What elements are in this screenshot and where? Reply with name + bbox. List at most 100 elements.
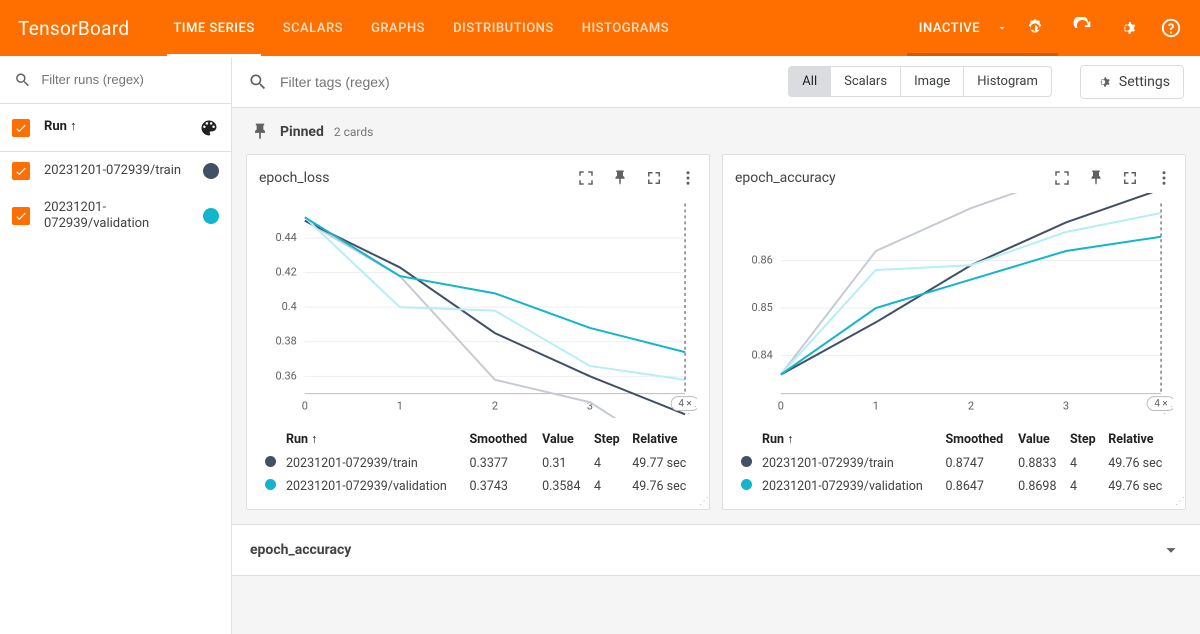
sidebar: Run ↑ 20231201-072939/train 20231201-072… xyxy=(0,56,232,634)
svg-text:0.36: 0.36 xyxy=(275,369,296,382)
cell-value: 0.3584 xyxy=(538,476,588,497)
pin-icon xyxy=(250,122,270,142)
gear-icon[interactable] xyxy=(1116,17,1138,39)
more-icon[interactable] xyxy=(1155,169,1173,187)
app-header: TensorBoard TIME SERIES SCALARS GRAPHS DIST… xyxy=(0,0,1200,56)
table-row[interactable]: 20231201-072939/validation 0.3743 0.3584… xyxy=(261,476,695,497)
cell-value: 0.8698 xyxy=(1014,476,1064,497)
run-item[interactable]: 20231201-072939/train xyxy=(0,152,231,190)
col-header[interactable]: Step xyxy=(1066,428,1102,451)
section-label: epoch_accuracy xyxy=(250,542,351,558)
status-label: INACTIVE xyxy=(919,21,980,36)
table-row[interactable]: 20231201-072939/validation 0.8647 0.8698… xyxy=(737,476,1171,497)
cell-relative: 49.76 sec xyxy=(1104,453,1171,474)
col-header[interactable]: Smoothed xyxy=(465,428,536,451)
col-header[interactable]: Smoothed xyxy=(941,428,1012,451)
col-header[interactable]: Run ↑ xyxy=(282,428,463,451)
card-epoch-accuracy: epoch_accuracy 0.840.850.86012344 ×⋰Run … xyxy=(722,154,1186,510)
segment-image[interactable]: Image xyxy=(900,66,964,97)
col-header[interactable]: Value xyxy=(1014,428,1064,451)
cell-run: 20231201-072939/train xyxy=(758,453,939,474)
filter-runs-input[interactable] xyxy=(41,72,217,87)
segment-histogram[interactable]: Histogram xyxy=(963,66,1052,97)
cell-smoothed: 0.3743 xyxy=(465,476,536,497)
pin-icon[interactable] xyxy=(611,169,629,187)
fullscreen-icon[interactable] xyxy=(645,169,663,187)
resize-handle[interactable]: ⋰ xyxy=(699,496,707,507)
chart[interactable]: 0.840.850.86012344 ×⋰ xyxy=(735,193,1173,418)
palette-icon[interactable] xyxy=(199,118,219,138)
cards-row: epoch_loss 0.360.380.40.420.44012344 ×⋰R… xyxy=(232,154,1200,524)
row-swatch xyxy=(741,456,752,467)
tab-histograms[interactable]: HISTOGRAMS xyxy=(582,0,669,56)
help-icon[interactable] xyxy=(1160,17,1182,39)
brightness-icon[interactable] xyxy=(1024,17,1046,39)
sidebar-search[interactable] xyxy=(0,56,231,104)
resize-handle[interactable]: ⋰ xyxy=(687,405,695,416)
resize-handle[interactable]: ⋰ xyxy=(1163,405,1171,416)
pin-icon[interactable] xyxy=(1087,169,1105,187)
svg-text:0.38: 0.38 xyxy=(275,335,296,348)
cell-value: 0.8833 xyxy=(1014,453,1064,474)
resize-handle[interactable]: ⋰ xyxy=(1175,496,1183,507)
pinned-label: Pinned xyxy=(280,124,324,140)
svg-text:0.4: 0.4 xyxy=(282,300,297,313)
col-header[interactable]: Relative xyxy=(1104,428,1171,451)
section-epoch-accuracy[interactable]: epoch_accuracy xyxy=(232,524,1200,576)
run-checkbox[interactable] xyxy=(12,162,30,180)
svg-text:0.44: 0.44 xyxy=(275,231,296,244)
runs-header[interactable]: Run ↑ xyxy=(0,104,231,152)
svg-text:0.85: 0.85 xyxy=(751,301,772,314)
run-color-swatch xyxy=(203,163,219,179)
cell-relative: 49.76 sec xyxy=(1104,476,1171,497)
svg-text:2: 2 xyxy=(968,400,974,413)
select-all-checkbox[interactable] xyxy=(12,119,30,137)
search-icon xyxy=(14,70,31,90)
col-header[interactable]: Run ↑ xyxy=(758,428,939,451)
header-tools: INACTIVE xyxy=(915,0,1182,56)
segment-scalars[interactable]: Scalars xyxy=(830,66,901,97)
tab-graphs[interactable]: GRAPHS xyxy=(371,0,425,56)
cell-run: 20231201-072939/train xyxy=(282,453,463,474)
refresh-icon[interactable] xyxy=(1072,17,1094,39)
col-header[interactable]: Relative xyxy=(628,428,695,451)
run-item[interactable]: 20231201-072939/validation xyxy=(0,190,231,243)
run-label: 20231201-072939/validation xyxy=(44,200,203,233)
cell-run: 20231201-072939/validation xyxy=(282,476,463,497)
filter-tags-input[interactable] xyxy=(280,74,777,90)
col-header[interactable]: Step xyxy=(590,428,626,451)
table-row[interactable]: 20231201-072939/train 0.3377 0.31 4 49.7… xyxy=(261,453,695,474)
fit-icon[interactable] xyxy=(577,169,595,187)
brand: TensorBoard xyxy=(18,17,129,40)
svg-text:1: 1 xyxy=(397,400,403,413)
tab-time-series[interactable]: TIME SERIES xyxy=(173,0,254,56)
more-icon[interactable] xyxy=(679,169,697,187)
col-header[interactable]: Value xyxy=(538,428,588,451)
cell-step: 4 xyxy=(590,476,626,497)
cell-relative: 49.77 sec xyxy=(628,453,695,474)
cell-step: 4 xyxy=(1066,453,1102,474)
segment-all[interactable]: All xyxy=(788,66,831,97)
search-icon xyxy=(248,72,268,92)
row-swatch xyxy=(265,479,276,490)
cell-run: 20231201-072939/validation xyxy=(758,476,939,497)
run-color-swatch xyxy=(203,208,219,224)
table-row[interactable]: 20231201-072939/train 0.8747 0.8833 4 49… xyxy=(737,453,1171,474)
dropdown-icon xyxy=(996,22,1008,34)
pinned-header[interactable]: Pinned 2 cards xyxy=(232,108,1200,154)
fullscreen-icon[interactable] xyxy=(1121,169,1139,187)
main-area: AllScalarsImageHistogram Settings Pinned… xyxy=(232,56,1200,634)
gear-icon xyxy=(1094,73,1112,91)
reload-status[interactable]: INACTIVE xyxy=(915,0,1050,56)
settings-label: Settings xyxy=(1119,74,1170,90)
tab-distributions[interactable]: DISTRIBUTIONS xyxy=(453,0,554,56)
pinned-count: 2 cards xyxy=(334,125,373,139)
cell-smoothed: 0.8647 xyxy=(941,476,1012,497)
chart[interactable]: 0.360.380.40.420.44012344 ×⋰ xyxy=(259,193,697,418)
settings-button[interactable]: Settings xyxy=(1080,65,1184,99)
tab-scalars[interactable]: SCALARS xyxy=(283,0,343,56)
card-epoch-loss: epoch_loss 0.360.380.40.420.44012344 ×⋰R… xyxy=(246,154,710,510)
run-checkbox[interactable] xyxy=(12,207,30,225)
svg-text:0.86: 0.86 xyxy=(751,253,772,266)
fit-icon[interactable] xyxy=(1053,169,1071,187)
